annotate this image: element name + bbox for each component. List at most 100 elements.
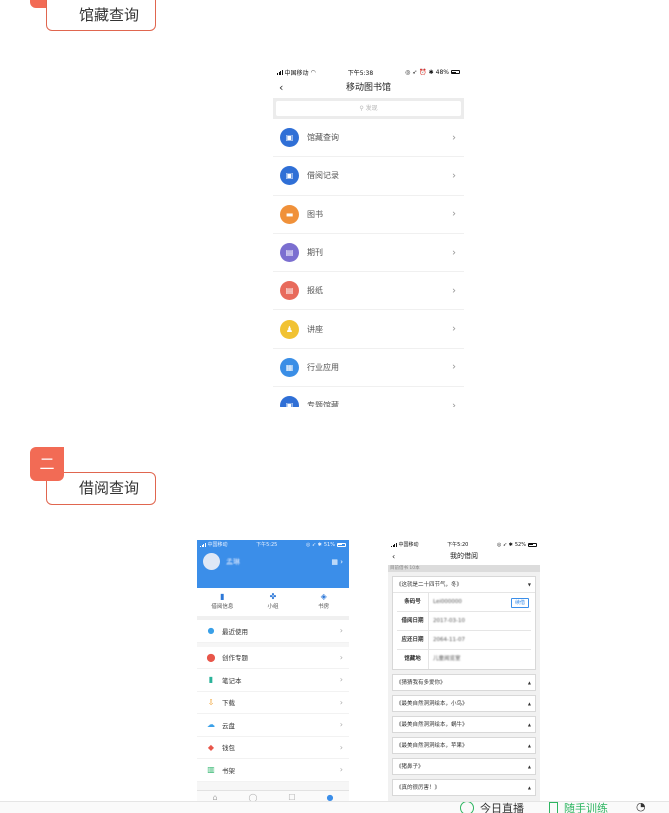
nav-bar: ‹ 我的借阅 <box>388 549 540 565</box>
avatar[interactable] <box>203 553 220 570</box>
battery-percent: 48% <box>435 68 449 76</box>
book-title: 《最美自然洞洞绘本，苹果》 <box>396 743 468 749</box>
borrowed-book-row[interactable]: 《最美自然洞洞绘本，蜗牛》 ▲ <box>392 716 536 733</box>
profile-menu-item[interactable]: ☁ 云盘 › <box>197 714 349 737</box>
profile-menu: ● 最近使用 › ⬤ 创作专题 › ▮ 笔记本 › ⇩ 下载 › ☁ 云盘 › ◆ 钱包 › ▥ 书架 › <box>197 620 349 782</box>
book-title: 《真的很厉害！》 <box>396 785 441 791</box>
book-title: 《猪鼻子》 <box>396 764 424 770</box>
chevron-right-icon: › <box>452 323 456 335</box>
profile-menu-item[interactable]: ⇩ 下载 › <box>197 691 349 714</box>
book-field-value: Lei000000 续借 <box>429 593 531 611</box>
borrowed-book-row[interactable]: 《真的很厉害！》 ▲ <box>392 779 536 796</box>
book-title-row[interactable]: 《这就是二十四节气，冬》 ▼ <box>393 577 535 593</box>
expand-icon[interactable]: ▲ <box>528 696 531 712</box>
section-1-title: 馆藏查询 <box>79 6 140 24</box>
book-open-icon: ▮ <box>220 592 225 601</box>
battery-icon <box>450 70 460 74</box>
expand-icon[interactable]: ▲ <box>528 675 531 691</box>
newspaper-icon: ▤ <box>280 281 299 301</box>
expand-icon[interactable]: ▲ <box>528 717 531 733</box>
profile-menu-item[interactable]: ▮ 笔记本 › <box>197 669 349 692</box>
profile-menu-item-label: 云盘 <box>222 721 235 730</box>
chevron-right-icon: › <box>339 697 343 707</box>
status-time: 下午5:20 <box>447 542 469 548</box>
profile-phone-screen: 中国移动 下午5:25 ◎ ➶ ✱ 51% 孟琳 ▦ › ▮ 借阅信息 ✤ 小组 ◈ 书房… <box>197 540 349 804</box>
expand-icon[interactable]: ▲ <box>528 759 531 775</box>
chevron-right-icon: › <box>452 361 456 373</box>
profile-tab[interactable]: ▮ 借阅信息 <box>197 591 248 616</box>
chevron-right-icon: › <box>339 720 343 730</box>
nav-title: 移动图书馆 <box>345 83 391 93</box>
profile-menu-item[interactable]: ◆ 钱包 › <box>197 736 349 759</box>
borrowed-book-row[interactable]: 《最美自然洞洞绘本，小鸟》 ▲ <box>392 695 536 712</box>
search-placeholder: 发现 <box>365 105 378 112</box>
section-2-title: 借阅查询 <box>79 479 140 497</box>
collapse-icon[interactable]: ▼ <box>528 577 531 593</box>
borrowed-book-row[interactable]: 《猜猜我有多爱你》 ▲ <box>392 674 536 691</box>
profile-tab-label: 小组 <box>267 604 279 610</box>
library-menu-item[interactable]: ▬ 图书 › <box>273 196 464 234</box>
borrow-record-icon: ▣ <box>280 166 299 186</box>
profile-menu-item[interactable]: ⬤ 创作专题 › <box>197 646 349 669</box>
live-label: 今日直播 <box>480 802 524 813</box>
profile-tab[interactable]: ◈ 书房 <box>298 591 349 616</box>
profile-menu-item[interactable]: ▥ 书架 › <box>197 759 349 782</box>
status-icons: ◎ ➶ ✱ <box>305 541 322 548</box>
book-field-value-text: 2064-11-07 <box>433 637 465 643</box>
library-menu-item[interactable]: ▤ 期刊 › <box>273 234 464 273</box>
more-button[interactable]: ◔ <box>636 802 646 813</box>
search-input[interactable]: ⚲ 发现 <box>276 101 461 116</box>
library-menu-item[interactable]: ♟ 讲座 › <box>273 310 464 349</box>
library-menu-item-label: 行业应用 <box>307 362 339 372</box>
chevron-right-icon: › <box>452 400 456 407</box>
book-field-value-text: 2017-03-10 <box>433 618 465 624</box>
profile-header: 中国移动 下午5:25 ◎ ➶ ✱ 51% 孟琳 ▦ › <box>197 540 349 588</box>
book-field-key: 馆藏地 <box>397 650 429 669</box>
book-title: 《这就是二十四节气，冬》 <box>396 582 463 588</box>
live-button[interactable]: 今日直播 <box>460 802 524 813</box>
expand-icon[interactable]: ▲ <box>528 738 531 754</box>
book-title: 《猜猜我有多爱你》 <box>396 680 446 686</box>
book-field-value: 2064-11-07 <box>429 631 531 649</box>
download-icon: ⇩ <box>207 697 215 707</box>
status-time: 下午5:25 <box>256 542 278 548</box>
status-bar: 中国移动 ◠ 下午5:38 ◎ ➶ ⏰ ✱ 48% <box>273 64 464 80</box>
chevron-right-icon: › <box>452 247 456 259</box>
chevron-right-icon: › <box>339 765 343 775</box>
carrier-label: 中国移动 <box>207 542 228 548</box>
profile-menu-item-label: 钱包 <box>222 744 235 753</box>
status-icons: ◎ ➶ ✱ <box>496 541 513 548</box>
live-icon <box>460 802 474 813</box>
back-icon[interactable]: ‹ <box>392 549 395 564</box>
profile-menu-item[interactable]: ● 最近使用 › <box>197 620 349 643</box>
back-icon[interactable]: ‹ <box>279 80 283 96</box>
expand-icon[interactable]: ▲ <box>528 780 531 796</box>
library-menu-item[interactable]: ▦ 行业应用 › <box>273 349 464 388</box>
library-menu-item[interactable]: ▤ 报纸 › <box>273 272 464 311</box>
library-menu-item[interactable]: ▣ 专题馆藏 › <box>273 387 464 407</box>
borrowed-book-row[interactable]: 《最美自然洞洞绘本，苹果》 ▲ <box>392 737 536 754</box>
chevron-right-icon: › <box>339 675 343 685</box>
user-profile[interactable]: 孟琳 ▦ › <box>197 549 349 574</box>
borrowed-book-row[interactable]: 《猪鼻子》 ▲ <box>392 758 536 775</box>
section-1-title-box: 馆藏查询 <box>46 0 156 31</box>
practice-button[interactable]: 随手训练 <box>549 802 608 813</box>
book-field-value: 儿童阅览室 <box>429 650 531 669</box>
profile-menu-item-label: 笔记本 <box>222 676 242 685</box>
industry-app-icon: ▦ <box>280 357 299 377</box>
book-field-value: 2017-03-10 <box>429 612 531 630</box>
profile-tab-label: 书房 <box>318 604 330 610</box>
profile-tab[interactable]: ✤ 小组 <box>248 591 299 616</box>
renew-button[interactable]: 续借 <box>510 597 529 608</box>
library-menu-item-label: 专题馆藏 <box>307 401 339 407</box>
library-menu-item[interactable]: ▣ 馆藏查询 › <box>273 119 464 158</box>
battery-icon <box>527 542 537 547</box>
borrowed-book-list: 《猜猜我有多爱你》 ▲ 《最美自然洞洞绘本，小鸟》 ▲ 《最美自然洞洞绘本，蜗牛》 ▲ 《最… <box>388 674 540 796</box>
book-title: 《最美自然洞洞绘本，蜗牛》 <box>396 722 468 728</box>
search-bar: ⚲ 发现 <box>273 98 464 119</box>
book-fields: 条码号 Lei000000 续借 借阅日期 2017-03-10 应还日期 2064-11-… <box>393 593 535 669</box>
library-menu-item[interactable]: ▣ 借阅记录 › <box>273 157 464 196</box>
qr-code-icon[interactable]: ▦ › <box>331 558 343 566</box>
user-name: 孟琳 <box>226 557 240 566</box>
profile-menu-item-label: 下载 <box>222 699 235 708</box>
